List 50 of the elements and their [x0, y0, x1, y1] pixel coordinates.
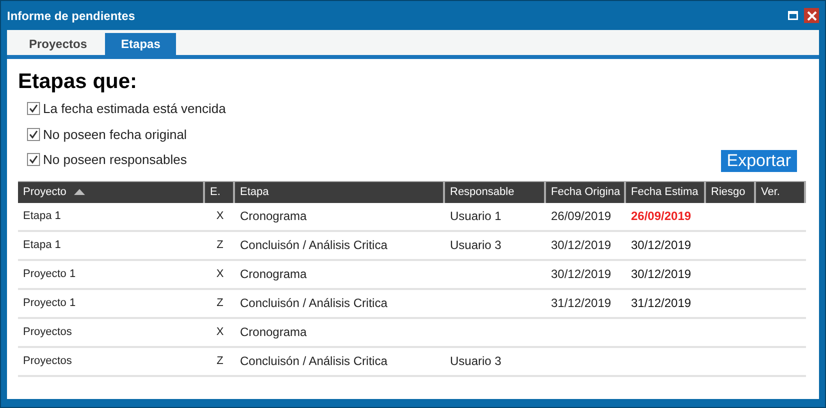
window-title: Informe de pendientes — [7, 8, 136, 24]
table-cell-text: X — [216, 324, 224, 340]
tab[interactable]: Proyectos — [11, 33, 106, 55]
table-cell-text: Etapa 1 — [23, 208, 61, 224]
table-cell-text: 26/09/2019 — [631, 208, 692, 225]
column-header[interactable]: Proyecto — [18, 182, 205, 202]
table-cell-text: 31/12/2019 — [631, 295, 692, 312]
checkbox[interactable] — [27, 153, 40, 166]
checkbox[interactable] — [27, 102, 40, 116]
table-cell-text: X — [216, 266, 224, 282]
checkbox-label: No poseen fecha original — [43, 126, 187, 144]
table-cell-text: 30/12/2019 — [551, 266, 612, 283]
checkbox-label: La fecha estimada está vencida — [43, 100, 226, 118]
table-cell-text: 31/12/2019 — [551, 295, 612, 312]
column-header[interactable]: Fecha Estima — [626, 182, 706, 202]
column-header[interactable]: Ver. — [756, 182, 806, 202]
table-cell-text: Usuario 1 — [450, 208, 502, 225]
column-header[interactable]: Etapa — [235, 182, 445, 202]
table-cell-text: 26/09/2019 — [551, 208, 612, 225]
table-cell-text: Proyectos — [23, 324, 72, 340]
table-cell-text: Cronograma — [240, 266, 307, 283]
maximize-icon[interactable] — [788, 11, 798, 20]
export-button[interactable]: Exportar — [720, 150, 797, 172]
table-cell-text: Proyectos — [23, 354, 72, 369]
table-cell-text: Usuario 3 — [450, 353, 502, 370]
table-cell-text: Cronograma — [240, 208, 307, 225]
table-cell-text: Z — [216, 354, 224, 369]
section-heading: Etapas que: — [18, 69, 138, 95]
table-cell-text: Proyecto 1 — [23, 266, 76, 282]
table-cell-text: 30/12/2019 — [631, 237, 692, 254]
table-cell-text: Usuario 3 — [450, 237, 502, 254]
table-cell-text: Z — [216, 238, 224, 253]
column-header[interactable]: Fecha Origina — [546, 182, 626, 202]
table-cell-text: 30/12/2019 — [631, 266, 692, 283]
column-header[interactable]: Riesgo — [706, 182, 756, 202]
table-cell-text: Concluisón / Análisis Critica — [240, 295, 388, 312]
table-cell-text: Cronograma — [240, 324, 307, 341]
table-cell-text: X — [216, 208, 224, 224]
column-header[interactable]: Responsable — [445, 182, 546, 202]
table-cell-text: Concluisón / Análisis Critica — [240, 237, 388, 254]
table-cell-text: Proyecto 1 — [23, 296, 76, 311]
close-button[interactable] — [804, 8, 819, 23]
table-cell-text: 30/12/2019 — [551, 237, 612, 254]
table-cell-text: Z — [216, 296, 224, 311]
table-cell-text: Etapa 1 — [23, 238, 61, 253]
checkbox-label: No poseen responsables — [43, 151, 187, 169]
column-header[interactable]: E. — [205, 182, 235, 202]
checkbox[interactable] — [27, 128, 40, 141]
table-cell-text: Concluisón / Análisis Critica — [240, 353, 388, 370]
tab[interactable]: Etapas — [105, 33, 176, 55]
